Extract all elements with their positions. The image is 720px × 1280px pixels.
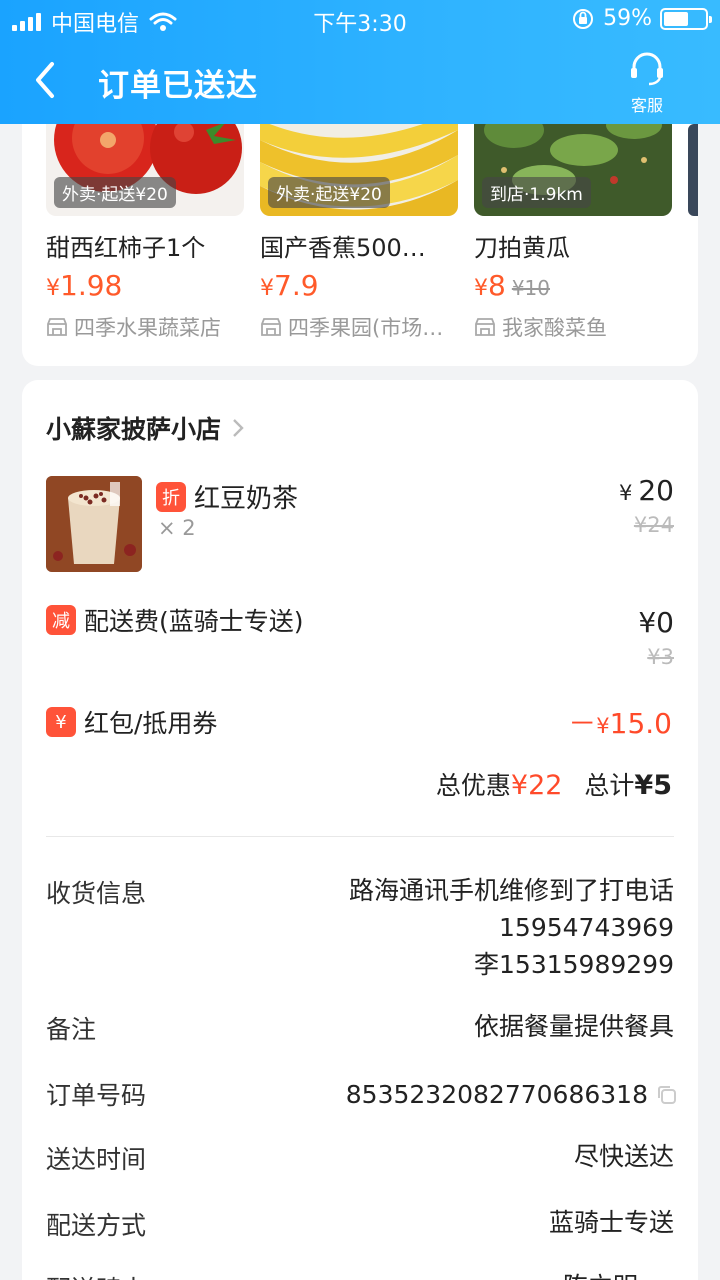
order-totals: 总优惠¥22 总计¥5 <box>435 770 672 801</box>
shop-name: 小蘇家披萨小店 <box>46 415 222 444</box>
rotation-lock-icon <box>573 8 594 29</box>
rec-item-banana[interactable]: 外卖·起送¥20 国产香蕉500… ¥7.9 四季果园(市场… <box>260 100 460 342</box>
rider-label: 配送骑士 <box>46 1270 146 1280</box>
product-quantity: × 2 <box>158 516 196 540</box>
total-amount: ¥5 <box>634 770 672 801</box>
divider <box>46 836 674 837</box>
delivery-method-value: 蓝骑士专送 <box>548 1208 674 1237</box>
rec-shop: 四季水果蔬菜店 <box>46 312 246 342</box>
rec-price: ¥1.98 <box>46 269 123 302</box>
address-value: 路海通讯手机维修到了打电话 15954743969 李15315989299 <box>348 876 674 979</box>
rec-price: ¥7.9 <box>260 269 319 302</box>
order-number-value: 853523208277068​6318 <box>346 1076 678 1113</box>
rec-shop: 我家酸菜鱼 <box>474 312 674 342</box>
rec-item-cucumber[interactable]: 到店·1.9km 刀拍黄瓜 ¥8 ¥10 我家酸菜鱼 <box>474 100 674 342</box>
address-label: 收货信息 <box>46 879 147 908</box>
reduction-badge: 减 <box>46 605 76 635</box>
delivery-method-label: 配送方式 <box>46 1211 147 1240</box>
rec-tag: 外卖·起送¥20 <box>268 177 390 208</box>
next-item-peek <box>688 124 698 216</box>
app-header: 中国电信 下午3:30 59% 订单已送达 客服 <box>0 0 720 124</box>
back-button[interactable] <box>24 56 72 104</box>
rec-name: 甜西红柿子1个 <box>46 234 206 262</box>
delivery-time-label: 送达时间 <box>46 1145 147 1174</box>
delivery-fee-row: 减 配送费(蓝骑士专送) <box>46 602 304 638</box>
product-original-price: ¥24 <box>633 513 674 537</box>
battery-icon <box>660 7 712 30</box>
rec-price: ¥8 ¥10 <box>474 269 551 302</box>
rec-shop: 四季果园(市场… <box>260 312 460 342</box>
delivery-fee-label: 配送费(蓝骑士专送) <box>84 607 304 636</box>
delivery-time-value: 尽快送达 <box>573 1142 674 1171</box>
store-icon <box>47 318 67 336</box>
headset-icon <box>631 52 663 86</box>
battery-percent: 59% <box>603 6 652 31</box>
status-bar: 中国电信 下午3:30 59% <box>0 0 720 40</box>
note-value: 依据餐量提供餐具 <box>473 1012 674 1041</box>
delivery-fee-original: ¥3 <box>647 645 674 669</box>
rec-name: 刀拍黄瓜 <box>474 234 570 262</box>
page-title: 订单已送达 <box>98 68 258 104</box>
recommendation-carousel[interactable]: 外卖·起送¥20 甜西红柿子1个 ¥1.98 四季水果蔬菜店 外卖·起送¥20 … <box>22 100 698 366</box>
chevron-right-icon <box>233 419 244 437</box>
customer-service-button[interactable]: 客服 <box>622 52 672 116</box>
product-name: 红豆奶茶 <box>194 484 299 514</box>
product-image-milk-tea <box>46 476 142 572</box>
customer-service-label: 客服 <box>630 96 663 115</box>
rec-item-tomato[interactable]: 外卖·起送¥20 甜西红柿子1个 ¥1.98 四季水果蔬菜店 <box>46 100 246 342</box>
rec-tag: 外卖·起送¥20 <box>54 177 176 208</box>
red-packet-badge: ¥ <box>46 707 76 737</box>
red-packet-amount: －¥15.0 <box>568 707 672 740</box>
nav-bar: 订单已送达 客服 <box>0 40 720 124</box>
copy-icon[interactable] <box>656 1084 678 1106</box>
product-title: 折 红豆奶茶 <box>156 478 298 515</box>
rec-tag: 到店·1.9km <box>482 177 591 208</box>
store-icon <box>261 318 281 336</box>
store-icon <box>475 318 495 336</box>
red-packet-row: ¥ 红包/抵用券 <box>46 704 217 740</box>
order-detail-card: 小蘇家披萨小店 折 红豆奶茶 × 2 ¥20 ¥24 减 配送费(蓝骑士专送) … <box>22 380 698 1280</box>
delivery-fee-price: ¥0 ¥3 <box>638 606 674 669</box>
discount-badge: 折 <box>156 481 186 512</box>
product-price: ¥20 ¥24 <box>618 474 674 537</box>
total-discount: ¥22 <box>510 770 563 801</box>
red-packet-label: 红包/抵用券 <box>84 709 218 738</box>
rec-name: 国产香蕉500… <box>260 234 426 262</box>
shop-link[interactable]: 小蘇家披萨小店 <box>46 410 247 446</box>
rider-value[interactable]: 陈立明 <box>563 1268 638 1280</box>
note-label: 备注 <box>46 1015 97 1044</box>
order-number-label: 订单号码 <box>46 1081 147 1110</box>
